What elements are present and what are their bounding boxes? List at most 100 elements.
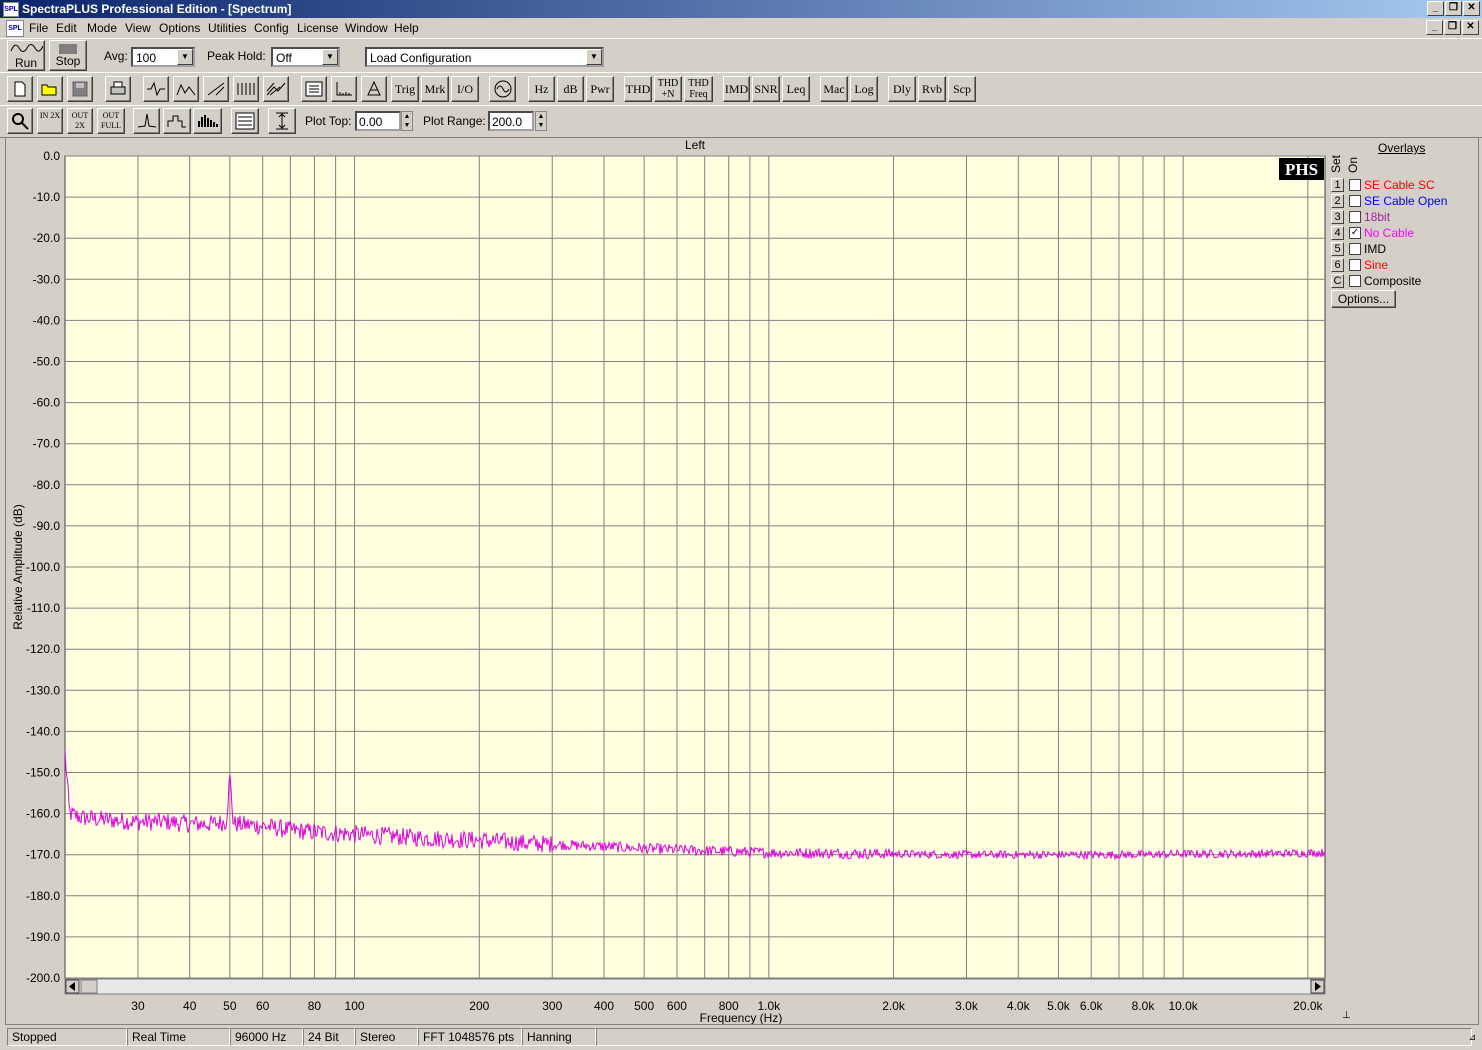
restore-button[interactable]: ❐	[1445, 1, 1462, 16]
spectrum-chart[interactable]: 0.0 -10.0 -20.0 -30.0 -40.0 -50.0 -60.0 -70.0 -8…	[6, 138, 1326, 1024]
status-run-state: Stopped	[7, 1028, 127, 1046]
log-button[interactable]: Log	[850, 76, 878, 102]
overlay-set-button[interactable]: 6	[1331, 258, 1344, 272]
overlay-set-button[interactable]: 5	[1331, 242, 1344, 256]
overlay-set-button[interactable]: 2	[1331, 194, 1344, 208]
avg-select[interactable]: 100 ▼	[131, 47, 195, 67]
plot-range-spinner[interactable]: ▲ ▼	[535, 111, 547, 131]
plot-range-input[interactable]: 200.0	[488, 111, 534, 131]
x-tick-label: 50	[223, 999, 237, 1013]
overlay-set-button[interactable]: C	[1331, 274, 1344, 288]
step-plot-button[interactable]	[163, 108, 191, 134]
toolbar-modes: Trig Mrk I/O Hz dB Pwr THD THD +N THD Fr…	[0, 72, 1482, 106]
overlay-set-button[interactable]: 1	[1331, 178, 1344, 192]
mrk-button[interactable]: Mrk	[421, 76, 449, 102]
doc-minimize-button[interactable]: _	[1426, 20, 1443, 35]
menu-file[interactable]: File	[29, 21, 48, 35]
overlay-on-checkbox[interactable]	[1349, 179, 1361, 191]
settings-button[interactable]	[301, 76, 327, 102]
overlay-on-checkbox[interactable]	[1349, 259, 1361, 271]
zoom-in-2x-button[interactable]: IN 2X	[37, 108, 63, 134]
x-tick-label: 8.0k	[1132, 999, 1156, 1013]
menu-options[interactable]: Options	[159, 21, 200, 35]
menu-help[interactable]: Help	[394, 21, 419, 35]
dly-button[interactable]: Dly	[888, 76, 916, 102]
overlays-set-header: Set	[1329, 154, 1343, 173]
snr-button[interactable]: SNR	[752, 76, 780, 102]
menu-edit[interactable]: Edit	[56, 21, 77, 35]
overlay-on-checkbox[interactable]	[1349, 195, 1361, 207]
hz-button[interactable]: Hz	[528, 76, 555, 102]
io-button[interactable]: I/O	[451, 76, 479, 102]
menu-window[interactable]: Window	[345, 21, 388, 35]
stop-icon	[59, 44, 77, 54]
folder-open-icon	[41, 84, 57, 96]
chevron-down-icon[interactable]: ▼	[177, 49, 193, 65]
minimize-button[interactable]: _	[1427, 1, 1444, 16]
phase-button[interactable]	[203, 76, 229, 102]
overlay-on-checkbox[interactable]: ✓	[1349, 227, 1361, 239]
chevron-down-icon[interactable]: ▼	[586, 49, 602, 65]
peak-hold-select[interactable]: Off ▼	[271, 47, 340, 67]
db-button[interactable]: dB	[557, 76, 584, 102]
signal-button[interactable]	[361, 76, 387, 102]
y-tick-label: -100.0	[26, 560, 60, 574]
x-tick-label: 60	[256, 999, 270, 1013]
line-plot-button[interactable]	[133, 108, 160, 134]
overlay-set-button[interactable]: 3	[1331, 210, 1344, 224]
rvb-button[interactable]: Rvb	[918, 76, 946, 102]
stop-button[interactable]: Stop	[49, 40, 87, 71]
zoom-out-full-button[interactable]: OUT FULL	[97, 108, 125, 134]
bar-plot-button[interactable]	[193, 108, 222, 134]
overlay-on-checkbox[interactable]	[1349, 275, 1361, 287]
autoscale-button[interactable]	[268, 108, 296, 134]
size-grip-icon[interactable]: ⊿	[1468, 1032, 1476, 1043]
document-icon[interactable]: SPL	[6, 20, 24, 37]
y-tick-label: -190.0	[26, 930, 60, 944]
spectrum-button[interactable]	[173, 76, 199, 102]
trig-button[interactable]: Trig	[391, 76, 419, 102]
close-button[interactable]: ✕	[1463, 1, 1480, 16]
config-select[interactable]: Load Configuration ▼	[365, 47, 604, 67]
menu-utilities[interactable]: Utilities	[208, 21, 247, 35]
resize-corner-icon[interactable]: ⊥	[1342, 1010, 1351, 1021]
overlay-options-button[interactable]: Options...	[1331, 290, 1396, 308]
time-series-button[interactable]	[143, 76, 169, 102]
new-file-button[interactable]	[7, 76, 33, 102]
save-button[interactable]	[67, 76, 93, 102]
overlay-on-checkbox[interactable]	[1349, 243, 1361, 255]
overlay-button[interactable]	[231, 108, 259, 134]
pwr-button[interactable]: Pwr	[586, 76, 614, 102]
scaling-button[interactable]	[331, 76, 357, 102]
spectrogram-button[interactable]	[233, 76, 259, 102]
generator-button[interactable]	[489, 76, 516, 102]
menu-view[interactable]: View	[125, 21, 151, 35]
zoom-out-2x-button[interactable]: OUT 2X	[67, 108, 93, 134]
thd-button[interactable]: THD	[624, 76, 652, 102]
doc-restore-button[interactable]: ❐	[1444, 20, 1461, 35]
x-tick-label: 4.0k	[1007, 999, 1031, 1013]
doc-close-button[interactable]: ✕	[1462, 20, 1479, 35]
open-button[interactable]	[37, 76, 63, 102]
x-tick-label: 100	[345, 999, 365, 1013]
overlay-on-checkbox[interactable]	[1349, 211, 1361, 223]
window-title: SpectraPLUS Professional Edition - [Spec…	[22, 2, 292, 16]
overlay-set-button[interactable]: 4	[1331, 226, 1344, 240]
3d-surface-button[interactable]	[263, 76, 289, 102]
menu-license[interactable]: License	[297, 21, 338, 35]
mac-button[interactable]: Mac	[820, 76, 848, 102]
print-button[interactable]	[105, 76, 131, 102]
imd-button[interactable]: IMD	[723, 76, 750, 102]
plot-top-input[interactable]: 0.00	[355, 111, 401, 131]
leq-button[interactable]: Leq	[782, 76, 810, 102]
scp-button[interactable]: Scp	[948, 76, 976, 102]
chevron-down-icon[interactable]: ▼	[322, 49, 338, 65]
menu-config[interactable]: Config	[254, 21, 289, 35]
thd-freq-button[interactable]: THD Freq	[684, 76, 713, 102]
sine-wave-icon	[10, 44, 44, 52]
plot-top-spinner[interactable]: ▲ ▼	[401, 111, 413, 131]
menu-mode[interactable]: Mode	[87, 21, 117, 35]
run-button[interactable]: Run	[7, 40, 45, 71]
zoom-button[interactable]	[7, 108, 33, 134]
thd-n-button[interactable]: THD +N	[654, 76, 682, 102]
